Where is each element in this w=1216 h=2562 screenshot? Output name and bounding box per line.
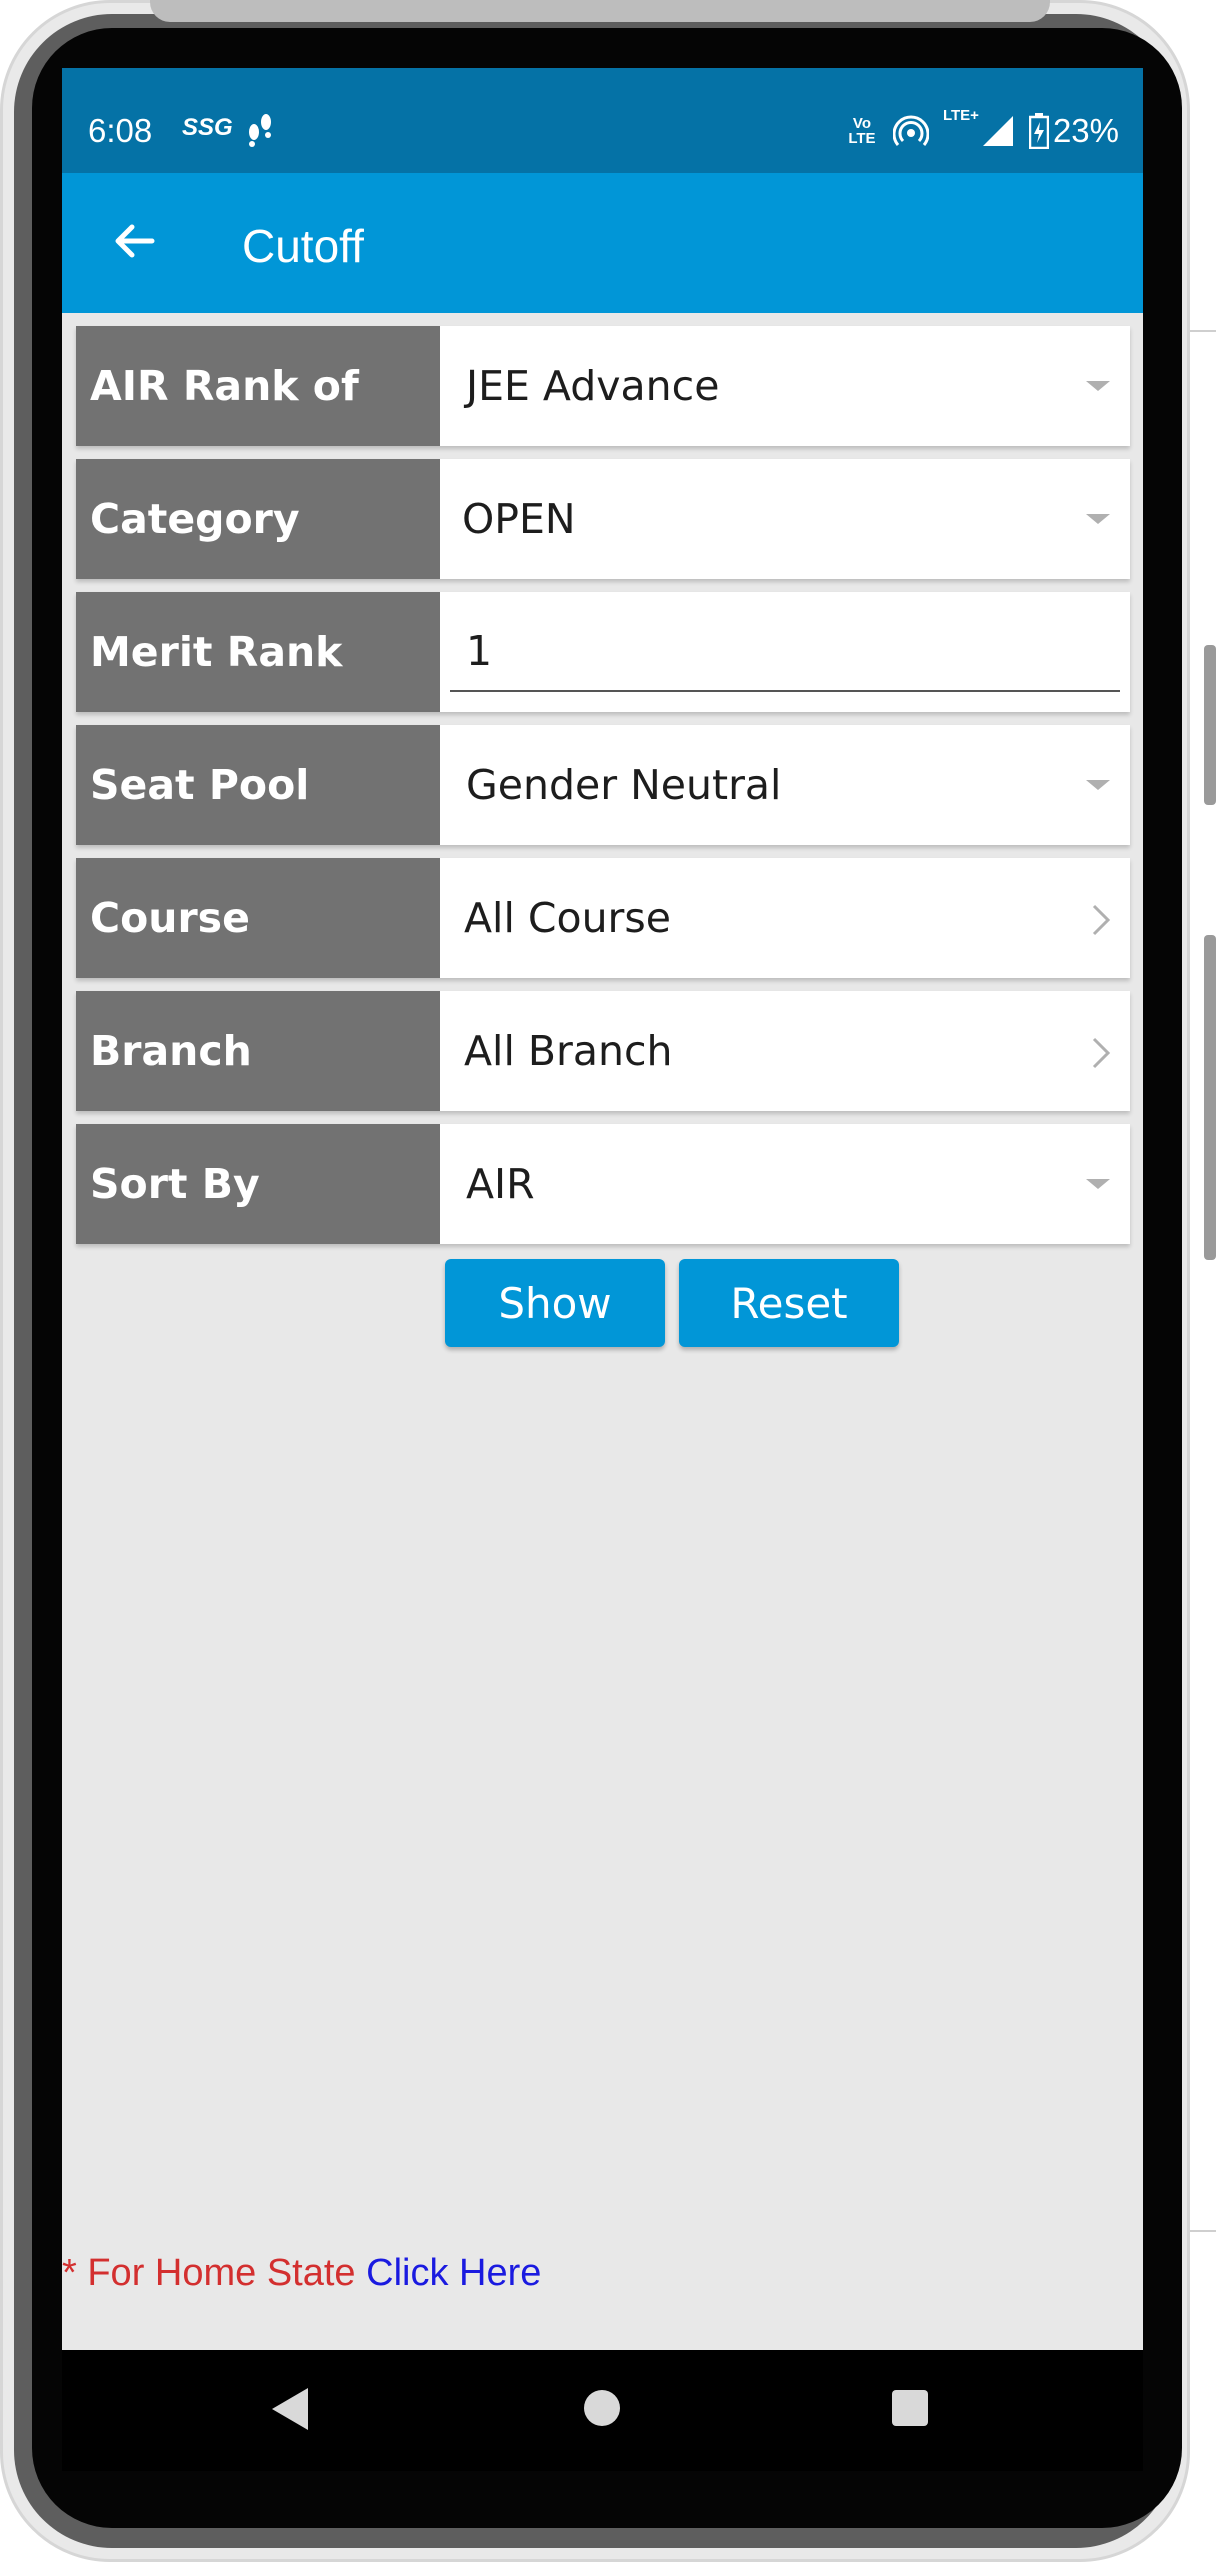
form-row-course: Course All Course	[76, 858, 1130, 978]
form-label: Seat Pool	[76, 725, 440, 845]
dropdown-caret-icon	[1086, 780, 1110, 790]
signal-icon	[981, 114, 1015, 148]
power-button	[1204, 935, 1216, 1260]
notification-icon	[240, 108, 280, 148]
status-bar: 6:08 SSG Vo LTE LTE+ 23%	[62, 68, 1143, 173]
volume-button	[1204, 645, 1216, 805]
dropdown-value: OPEN	[462, 495, 576, 543]
form-label: Branch	[76, 991, 440, 1111]
home-state-click-here-link[interactable]: Click Here	[366, 2252, 541, 2294]
dropdown-caret-icon	[1086, 514, 1110, 524]
form-label: Course	[76, 858, 440, 978]
merit-rank-field-container	[440, 592, 1130, 712]
category-dropdown[interactable]: OPEN	[440, 459, 1130, 579]
chevron-right-icon	[1090, 1033, 1112, 1069]
app-screen: 6:08 SSG Vo LTE LTE+ 23% Cutoff AIR Rank…	[62, 68, 1143, 2471]
air-rank-dropdown[interactable]: JEE Advance	[440, 326, 1130, 446]
branch-selector[interactable]: All Branch	[440, 991, 1130, 1111]
cutoff-form: AIR Rank of JEE Advance Category OPEN Me…	[76, 326, 1130, 1257]
dropdown-caret-icon	[1086, 381, 1110, 391]
form-label: Merit Rank	[76, 592, 440, 712]
battery-percent: 23%	[1052, 112, 1119, 149]
form-row-sort-by: Sort By AIR	[76, 1124, 1130, 1244]
dropdown-value: JEE Advance	[466, 362, 720, 410]
form-label: Category	[76, 459, 440, 579]
phone-top-edge	[150, 0, 1050, 22]
home-state-note-text: * For Home State	[62, 2252, 356, 2294]
selector-value: All Branch	[464, 1027, 673, 1075]
seat-pool-dropdown[interactable]: Gender Neutral	[440, 725, 1130, 845]
lte-label: LTE+	[942, 107, 979, 124]
selector-value: All Course	[464, 894, 672, 942]
battery-icon	[1028, 113, 1050, 150]
home-state-note: * For Home State Click Here	[62, 2252, 541, 2295]
app-bar: Cutoff	[62, 173, 1143, 313]
form-row-branch: Branch All Branch	[76, 991, 1130, 1111]
reset-button[interactable]: Reset	[679, 1259, 899, 1347]
form-label: AIR Rank of	[76, 326, 440, 446]
form-row-seat-pool: Seat Pool Gender Neutral	[76, 725, 1130, 845]
hotspot-icon	[892, 113, 930, 149]
show-button[interactable]: Show	[445, 1259, 665, 1347]
form-row-category: Category OPEN	[76, 459, 1130, 579]
chevron-right-icon	[1090, 900, 1112, 936]
page-title: Cutoff	[242, 220, 364, 272]
sort-by-dropdown[interactable]: AIR	[440, 1124, 1130, 1244]
dropdown-value: Gender Neutral	[466, 761, 782, 809]
arrow-left-icon[interactable]	[104, 211, 164, 271]
ssg-glyph: SSG	[182, 114, 233, 141]
form-row-air-rank: AIR Rank of JEE Advance	[76, 326, 1130, 446]
triangle-back-icon[interactable]	[270, 2386, 312, 2436]
circle-home-icon[interactable]	[582, 2388, 622, 2432]
square-recents-icon[interactable]	[890, 2388, 930, 2432]
status-icons: Vo LTE LTE+ 23%	[845, 108, 1119, 150]
course-selector[interactable]: All Course	[440, 858, 1130, 978]
status-time: 6:08	[88, 112, 153, 149]
dropdown-value: AIR	[466, 1160, 535, 1208]
form-row-merit-rank: Merit Rank	[76, 592, 1130, 712]
system-nav-bar	[62, 2350, 1143, 2471]
merit-rank-input[interactable]	[450, 612, 1120, 692]
volte-icon: Vo LTE	[848, 115, 876, 147]
form-label: Sort By	[76, 1124, 440, 1244]
dropdown-caret-icon	[1086, 1179, 1110, 1189]
